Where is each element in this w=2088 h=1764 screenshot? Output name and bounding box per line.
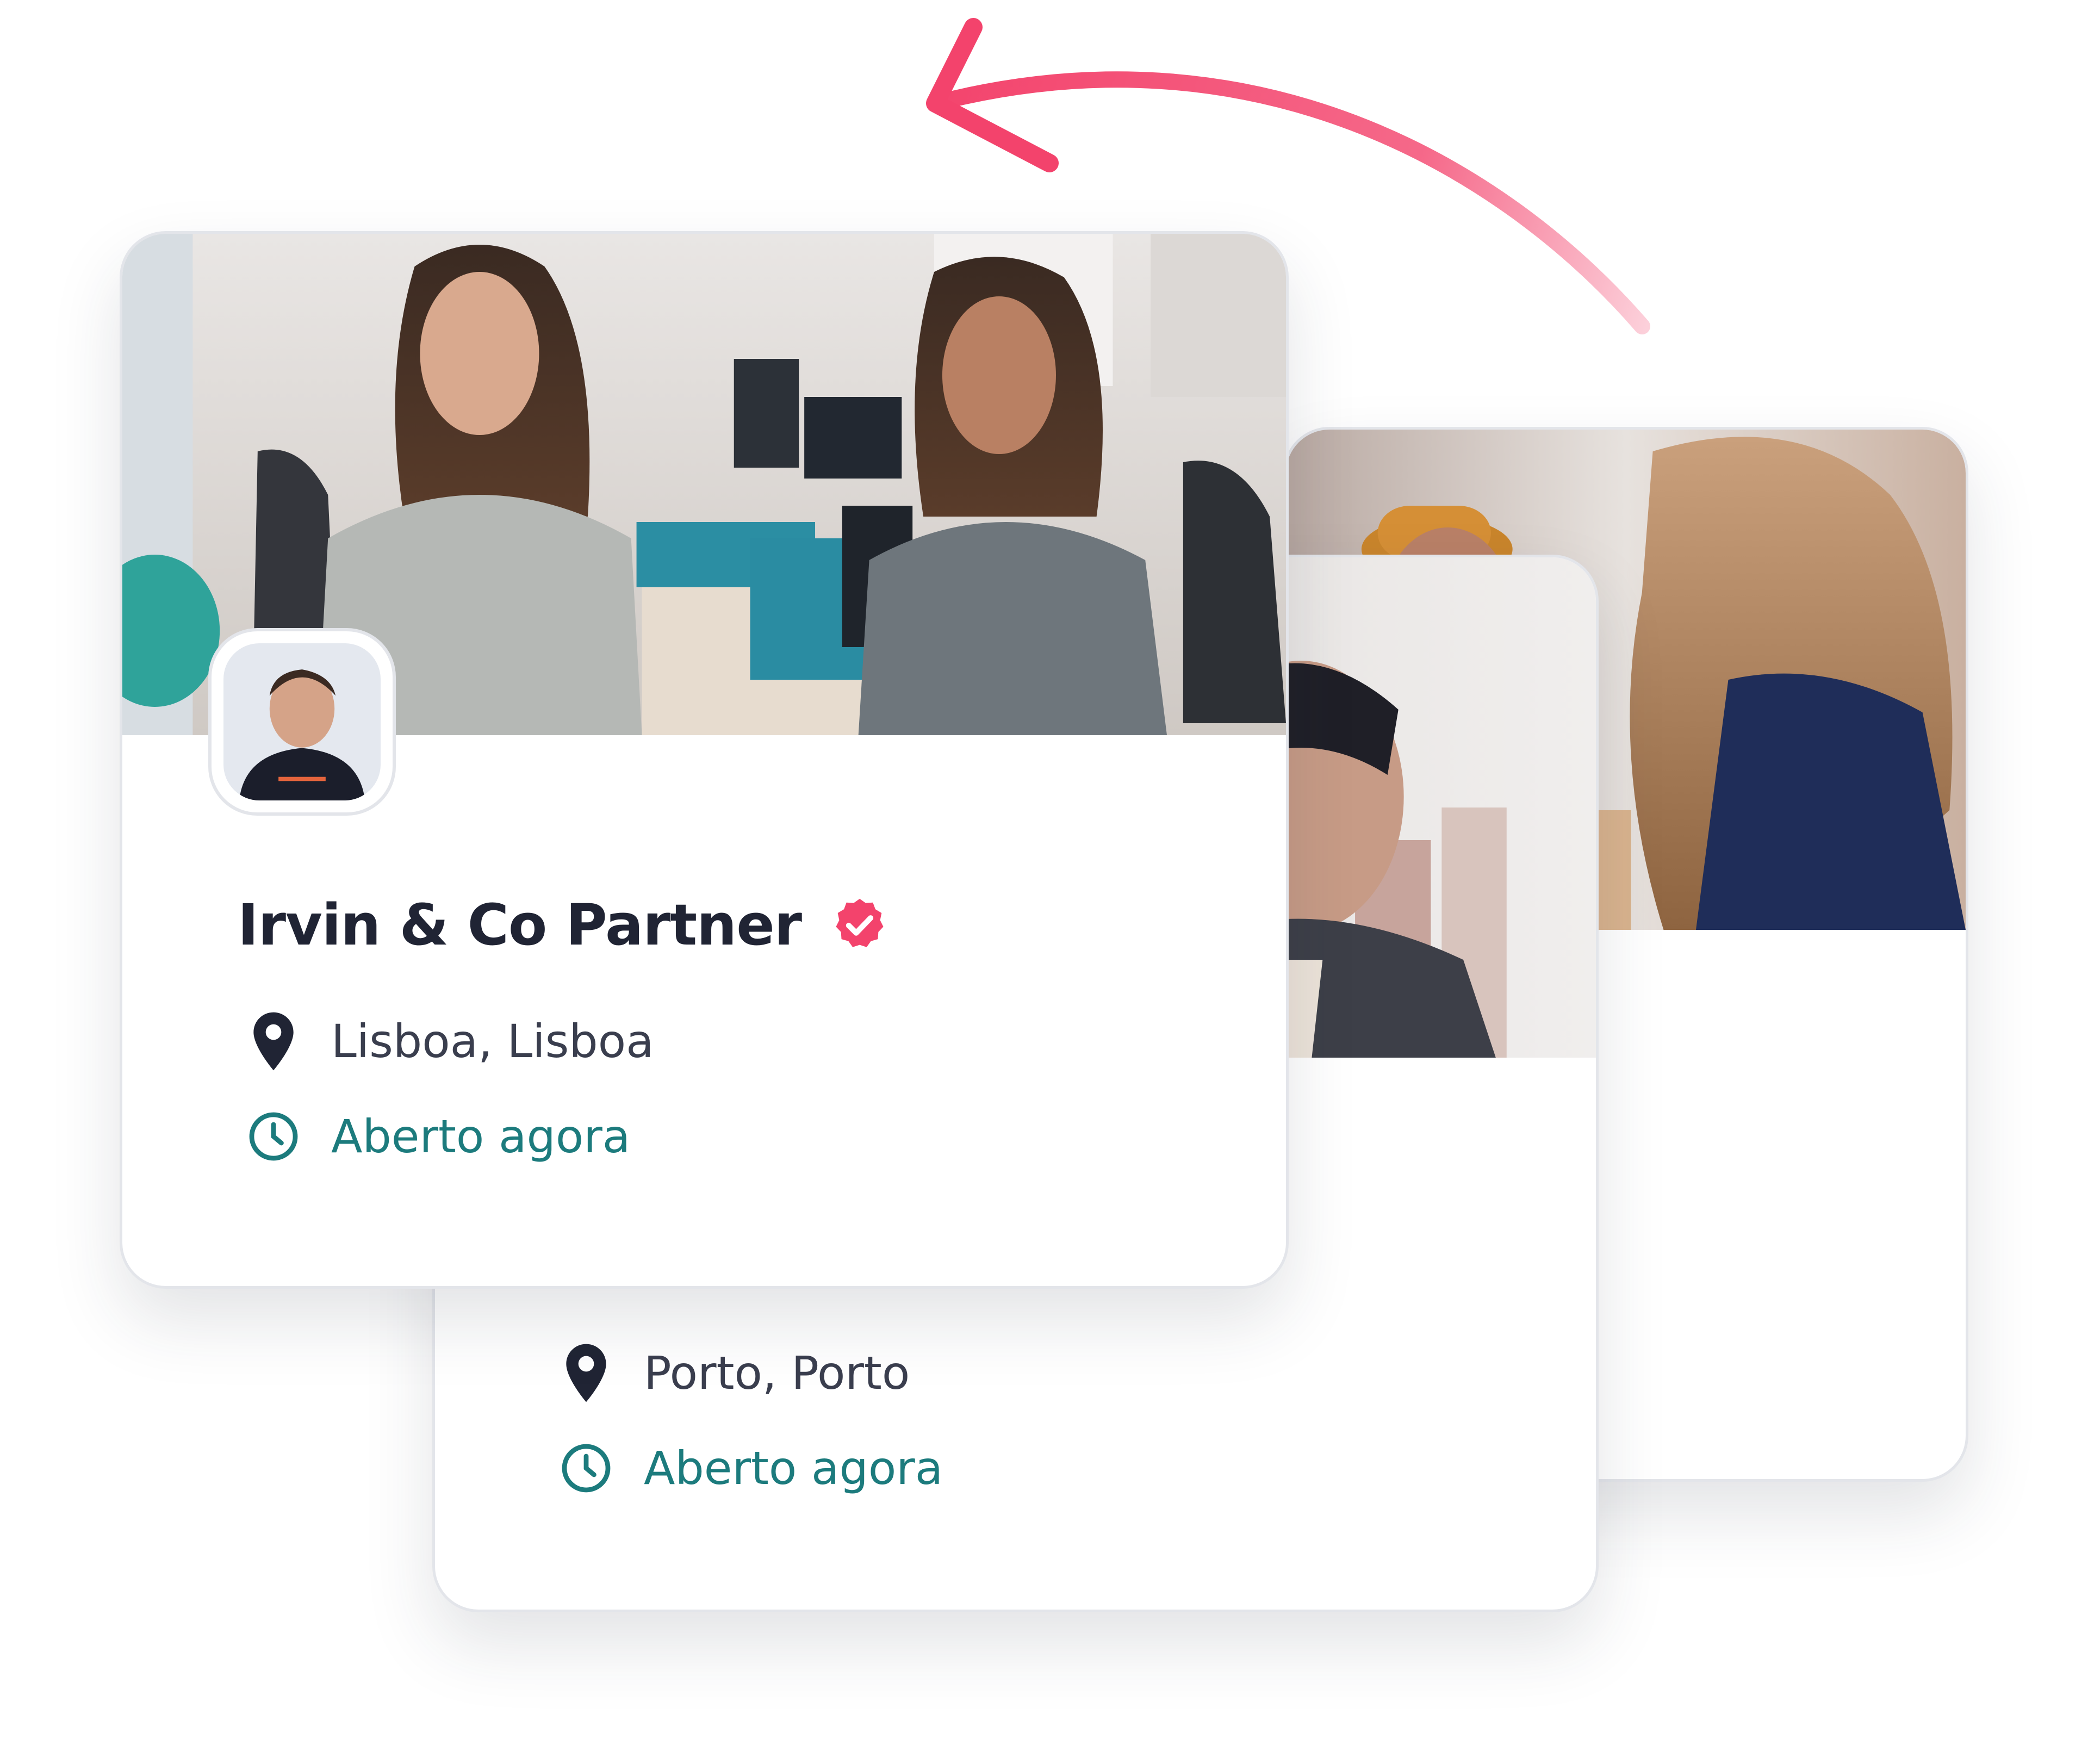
office-card-lisboa[interactable]: Irvin & Co Partner Lisboa, Lisboa Aberto… [120,231,1289,1289]
avatar [208,628,396,816]
status-text: Aberto agora [331,1110,631,1163]
status-row: Aberto agora [247,1107,630,1166]
location-row: Lisboa, Lisboa [247,1011,654,1071]
location-text: Lisboa, Lisboa [331,1015,654,1068]
status-row: Aberto agora [560,1438,943,1498]
clock-icon [560,1438,612,1498]
location-row: Porto, Porto [560,1343,910,1403]
title-row: Irvin & Co Partner [238,892,890,958]
status-text: Aberto agora [644,1442,943,1495]
verified-badge-icon [836,898,884,947]
map-pin-icon [247,1011,300,1071]
location-text: Porto, Porto [644,1346,910,1400]
company-name: Irvin & Co Partner [238,892,802,958]
clock-icon [247,1107,300,1166]
map-pin-icon [560,1343,612,1403]
